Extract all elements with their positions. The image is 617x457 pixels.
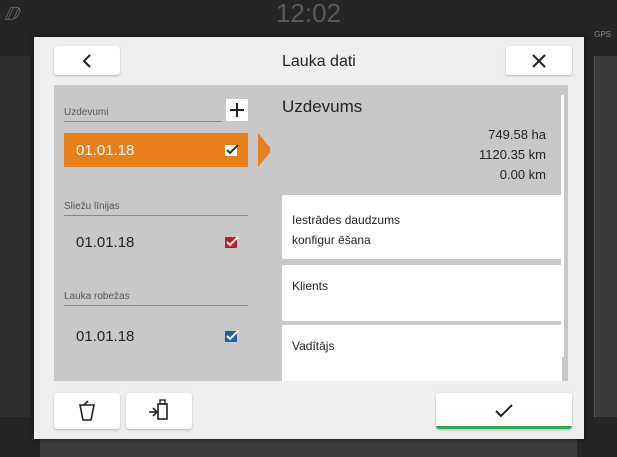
- boundary-item-label: 01.01.18: [76, 327, 135, 345]
- chevron-left-icon: [82, 53, 91, 68]
- task-distance-2: 0.00 km: [499, 167, 546, 182]
- export-button[interactable]: [126, 393, 192, 429]
- checked-checkbox-icon: [225, 236, 239, 248]
- field-items-list: Uzdevumi 01.01.18 Sliežu līnijas 01.01.1…: [54, 85, 276, 381]
- card-label: Vadītājs: [292, 339, 335, 353]
- checkmark-icon: [495, 404, 513, 418]
- plus-icon: [230, 103, 244, 117]
- task-item[interactable]: 01.01.18: [64, 133, 272, 167]
- confirm-button[interactable]: [436, 393, 572, 429]
- track-item-label: 01.01.18: [76, 233, 135, 251]
- background-right-bar: [594, 56, 617, 417]
- customer-card[interactable]: Klients: [282, 265, 562, 321]
- confirm-indicator: [436, 426, 572, 429]
- boundaries-section-label: Lauka robežas: [64, 291, 130, 302]
- add-task-button[interactable]: [226, 99, 248, 121]
- checked-checkbox-icon: [225, 330, 239, 342]
- boundary-item[interactable]: 01.01.18: [64, 319, 248, 353]
- application-rate-config-card[interactable]: Iestrādes daudzums konfigur ēšana: [282, 195, 562, 259]
- close-icon: [532, 53, 546, 68]
- checked-checkbox-icon: [225, 144, 239, 156]
- driver-card[interactable]: Vadītājs: [282, 325, 562, 381]
- scrollbar[interactable]: [561, 95, 564, 357]
- task-distance: 1120.35 km: [479, 147, 546, 162]
- back-button[interactable]: [54, 46, 120, 75]
- divider: [64, 215, 248, 216]
- task-details-panel: Uzdevums 749.58 ha 1120.35 km 0.00 km Ie…: [270, 85, 568, 381]
- task-title: Uzdevums: [282, 97, 363, 116]
- divider: [64, 121, 222, 122]
- task-area: 749.58 ha: [488, 127, 546, 142]
- divider: [64, 305, 248, 306]
- tracks-section-label: Sliežu līnijas: [64, 201, 120, 212]
- export-usb-icon: [149, 399, 168, 420]
- trash-icon: [79, 400, 95, 421]
- card-label: Klients: [292, 279, 329, 293]
- task-item-label: 01.01.18: [76, 141, 135, 159]
- track-item[interactable]: 01.01.18: [64, 225, 248, 259]
- field-data-dialog: Lauka dati Uzdevumi 01.01.18 Sliežu līni…: [34, 37, 584, 439]
- tasks-section-label: Uzdevumi: [64, 107, 109, 118]
- dialog-title: Lauka dati: [282, 53, 356, 70]
- background-left-bar: [0, 56, 30, 417]
- card-label: Iestrādes daudzums: [292, 213, 401, 227]
- gps-label: GPS: [594, 30, 611, 39]
- clock: 12:02: [275, 0, 342, 28]
- close-button[interactable]: [506, 46, 572, 75]
- delete-button[interactable]: [54, 393, 120, 429]
- card-label: konfigur ēšana: [292, 233, 371, 247]
